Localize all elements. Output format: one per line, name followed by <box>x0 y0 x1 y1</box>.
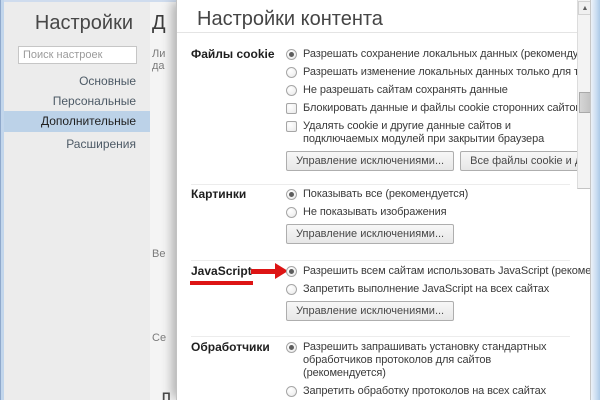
handlers-allow-option[interactable]: Разрешить запрашивать установку стандарт… <box>286 341 576 380</box>
sidebar-item-advanced[interactable]: Дополнительные <box>4 111 150 132</box>
option-label: Показывать все (рекомендуется) <box>303 188 468 201</box>
section-divider <box>191 184 570 185</box>
section-cookies: Файлы cookie Разрешать сохранение локаль… <box>191 48 576 171</box>
option-label: Не разрешать сайтам сохранять данные <box>303 84 508 97</box>
option-label: Запретить выполнение JavaScript на всех … <box>303 283 549 296</box>
cookies-block-third-party-checkbox[interactable]: Блокировать данные и файлы cookie сторон… <box>286 102 576 115</box>
javascript-allow-option[interactable]: Разрешить всем сайтам использовать JavaS… <box>286 265 576 278</box>
sidebar-item-basics[interactable]: Основные <box>4 73 150 90</box>
radio-icon[interactable] <box>286 284 297 295</box>
sidebar-title: Настройки <box>4 12 133 34</box>
page-label-fragment: Се <box>152 332 166 344</box>
option-label: Разрешать изменение локальных данных тол… <box>303 66 591 79</box>
option-label: Блокировать данные и файлы cookie сторон… <box>303 102 581 115</box>
option-label: Запретить обработку протоколов на всех с… <box>303 385 546 398</box>
handlers-block-option[interactable]: Запретить обработку протоколов на всех с… <box>286 385 576 398</box>
dialog-title: Настройки контента <box>197 8 383 30</box>
images-show-all-option[interactable]: Показывать все (рекомендуется) <box>286 188 576 201</box>
page-label-fragment: Ве <box>152 248 165 260</box>
section-label-javascript: JavaScript <box>191 265 286 278</box>
section-label-handlers: Обработчики <box>191 341 286 354</box>
dialog-scrollbar[interactable]: ▲ <box>577 0 591 189</box>
manage-exceptions-button[interactable]: Управление исключениями... <box>286 224 454 244</box>
radio-checked-icon[interactable] <box>286 266 297 277</box>
radio-checked-icon[interactable] <box>286 189 297 200</box>
section-divider <box>191 336 570 337</box>
page-label-fragment: П <box>162 390 171 400</box>
scrollbar-thumb[interactable] <box>579 92 591 113</box>
option-label: Удалять cookie и другие данные сайтов и … <box>303 120 576 146</box>
title-divider <box>177 32 590 33</box>
images-hide-option[interactable]: Не показывать изображения <box>286 206 576 219</box>
window-right-border <box>591 0 600 400</box>
radio-icon[interactable] <box>286 67 297 78</box>
scrollbar-up-arrow-icon[interactable]: ▲ <box>578 1 591 15</box>
manage-exceptions-button[interactable]: Управление исключениями... <box>286 301 454 321</box>
sidebar-item-extensions[interactable]: Расширения <box>4 136 150 153</box>
option-label: Разрешить всем сайтам использовать JavaS… <box>303 265 591 278</box>
cookies-allow-local-data-option[interactable]: Разрешать сохранение локальных данных (р… <box>286 48 576 61</box>
content-settings-dialog: Настройки контента Файлы cookie Разрешат… <box>176 0 591 400</box>
section-javascript: JavaScript Разрешить всем сайтам использ… <box>191 265 576 321</box>
cookies-clear-on-exit-checkbox[interactable]: Удалять cookie и другие данные сайтов и … <box>286 120 576 146</box>
radio-icon[interactable] <box>286 207 297 218</box>
option-label: Разрешать сохранение локальных данных (р… <box>303 48 591 61</box>
javascript-block-option[interactable]: Запретить выполнение JavaScript на всех … <box>286 283 576 296</box>
annotation-arrow-shaft <box>251 269 277 274</box>
settings-sidebar: Настройки Основные Персональные Дополнит… <box>4 2 150 400</box>
cookies-session-only-option[interactable]: Разрешать изменение локальных данных тол… <box>286 66 576 79</box>
radio-icon[interactable] <box>286 85 297 96</box>
checkbox-icon[interactable] <box>286 121 297 132</box>
page-behind-overlay: Д Ли да Ве Се П <box>150 2 176 400</box>
manage-exceptions-button[interactable]: Управление исключениями... <box>286 151 454 171</box>
all-cookies-site-data-button[interactable]: Все файлы cookie и данные сайтов... <box>460 151 591 171</box>
section-label-images: Картинки <box>191 188 286 201</box>
option-label: Не показывать изображения <box>303 206 446 219</box>
section-divider <box>191 260 570 261</box>
sidebar-item-personal[interactable]: Персональные <box>4 93 150 110</box>
radio-checked-icon[interactable] <box>286 49 297 60</box>
radio-icon[interactable] <box>286 386 297 397</box>
cookies-block-option[interactable]: Не разрешать сайтам сохранять данные <box>286 84 576 97</box>
search-settings-input[interactable] <box>18 46 137 64</box>
page-label-fragment: да <box>152 60 165 72</box>
page-heading-fragment: Д <box>152 12 166 35</box>
checkbox-icon[interactable] <box>286 103 297 114</box>
section-handlers: Обработчики Разрешить запрашивать устано… <box>191 341 576 400</box>
page-label-fragment: Ли <box>152 48 165 60</box>
section-label-cookies: Файлы cookie <box>191 48 286 61</box>
annotation-underline <box>190 281 253 285</box>
radio-checked-icon[interactable] <box>286 342 297 353</box>
section-images: Картинки Показывать все (рекомендуется) … <box>191 188 576 244</box>
option-label: Разрешить запрашивать установку стандарт… <box>303 341 576 380</box>
